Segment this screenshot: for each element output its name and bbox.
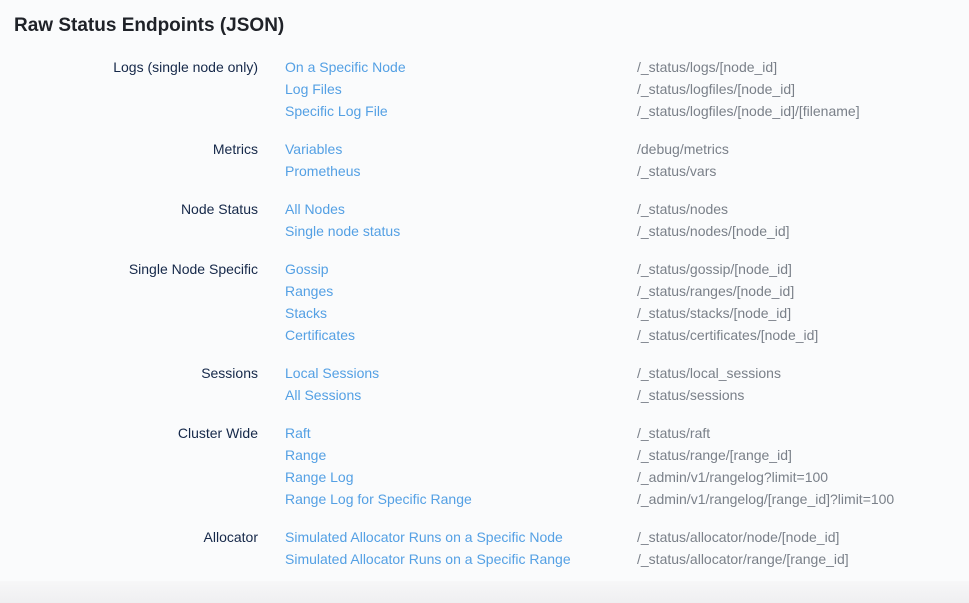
- endpoint-row: Single Node Specific Gossip /_status/gossi…: [14, 258, 955, 280]
- endpoint-path: /_status/stacks/[node_id]: [637, 302, 955, 324]
- endpoint-link-cell: Range Log: [285, 466, 637, 488]
- endpoint-path: /_status/gossip/[node_id]: [637, 258, 955, 280]
- endpoint-link-cell: Simulated Allocator Runs on a Specific R…: [285, 548, 637, 570]
- endpoint-link-cell: Gossip: [285, 258, 637, 280]
- endpoint-link[interactable]: Gossip: [285, 261, 329, 277]
- endpoint-link[interactable]: Specific Log File: [285, 103, 388, 119]
- endpoint-link[interactable]: Prometheus: [285, 163, 360, 179]
- endpoint-path: /_status/sessions: [637, 384, 955, 406]
- endpoint-link-cell: Log Files: [285, 78, 637, 100]
- endpoint-link-cell: Certificates: [285, 324, 637, 346]
- endpoint-link-cell: Raft: [285, 422, 637, 444]
- endpoint-path: /debug/metrics: [637, 138, 955, 160]
- endpoint-path: /_status/logfiles/[node_id]/[filename]: [637, 100, 955, 122]
- endpoint-row: Logs (single node only) On a Specific Nod…: [14, 56, 955, 78]
- endpoint-link[interactable]: Range: [285, 447, 326, 463]
- endpoint-category-label: Single Node Specific: [14, 258, 258, 280]
- endpoint-link[interactable]: Stacks: [285, 305, 327, 321]
- endpoint-row: Prometheus /_status/vars: [14, 160, 955, 182]
- endpoint-path: /_status/certificates/[node_id]: [637, 324, 955, 346]
- endpoint-row: Range /_status/range/[range_id]: [14, 444, 955, 466]
- endpoint-link[interactable]: Raft: [285, 425, 311, 441]
- endpoint-path: /_status/vars: [637, 160, 955, 182]
- endpoint-row: Single node status /_status/nodes/[node_i…: [14, 220, 955, 242]
- endpoint-category-label: Metrics: [14, 138, 258, 160]
- endpoint-row: Allocator Simulated Allocator Runs on a S…: [14, 526, 955, 548]
- endpoint-link[interactable]: Certificates: [285, 327, 355, 343]
- endpoint-row: Certificates /_status/certificates/[node_…: [14, 324, 955, 346]
- endpoint-groups: Logs (single node only) On a Specific Nod…: [14, 56, 955, 570]
- endpoint-category-label: Allocator: [14, 526, 258, 548]
- endpoint-group: Allocator Simulated Allocator Runs on a S…: [14, 526, 955, 570]
- endpoint-row: Range Log /_admin/v1/rangelog?limit=100: [14, 466, 955, 488]
- endpoint-link[interactable]: Ranges: [285, 283, 333, 299]
- endpoint-path: /_status/nodes: [637, 198, 955, 220]
- endpoint-group: Node StatusAll Nodes/_status/nodesSingle…: [14, 198, 955, 242]
- endpoint-link[interactable]: Range Log: [285, 469, 354, 485]
- endpoint-path: /_admin/v1/rangelog?limit=100: [637, 466, 955, 488]
- endpoint-link[interactable]: All Sessions: [285, 387, 361, 403]
- endpoint-path: /_status/local_sessions: [637, 362, 955, 384]
- endpoint-link-cell: Variables: [285, 138, 637, 160]
- endpoint-link-cell: All Sessions: [285, 384, 637, 406]
- endpoint-row: Ranges /_status/ranges/[node_id]: [14, 280, 955, 302]
- endpoint-link-cell: Ranges: [285, 280, 637, 302]
- endpoint-link[interactable]: Single node status: [285, 223, 400, 239]
- endpoint-path: /_status/logs/[node_id]: [637, 56, 955, 78]
- endpoint-row: Simulated Allocator Runs on a Specific R…: [14, 548, 955, 570]
- endpoint-link-cell: All Nodes: [285, 198, 637, 220]
- endpoint-link-cell: On a Specific Node: [285, 56, 637, 78]
- endpoint-group: Logs (single node only) On a Specific Nod…: [14, 56, 955, 122]
- endpoint-path: /_status/range/[range_id]: [637, 444, 955, 466]
- endpoint-row: Stacks /_status/stacks/[node_id]: [14, 302, 955, 324]
- endpoint-category-label: Sessions: [14, 362, 258, 384]
- endpoint-link[interactable]: Simulated Allocator Runs on a Specific N…: [285, 529, 563, 545]
- endpoint-link-cell: Local Sessions: [285, 362, 637, 384]
- endpoint-group: Single Node Specific Gossip /_status/gossi…: [14, 258, 955, 346]
- endpoint-link-cell: Single node status: [285, 220, 637, 242]
- endpoint-row: Log Files /_status/logfiles/[node_id]: [14, 78, 955, 100]
- endpoint-path: /_admin/v1/rangelog/[range_id]?limit=100: [637, 488, 955, 510]
- endpoint-link-cell: Prometheus: [285, 160, 637, 182]
- endpoint-row: Range Log for Specific Range /_admin/v1/r…: [14, 488, 955, 510]
- endpoint-link-cell: Specific Log File: [285, 100, 637, 122]
- endpoint-category-label: Cluster Wide: [14, 422, 258, 444]
- endpoint-row: Node Status All Nodes /_status/nodes: [14, 198, 955, 220]
- endpoint-path: /_status/allocator/range/[range_id]: [637, 548, 955, 570]
- endpoints-page: Raw Status Endpoints (JSON) Logs (single…: [0, 0, 969, 570]
- page-title: Raw Status Endpoints (JSON): [14, 13, 955, 39]
- endpoint-link[interactable]: Variables: [285, 141, 342, 157]
- endpoint-link[interactable]: On a Specific Node: [285, 59, 406, 75]
- endpoint-link[interactable]: Simulated Allocator Runs on a Specific R…: [285, 551, 571, 567]
- endpoint-path: /_status/logfiles/[node_id]: [637, 78, 955, 100]
- endpoint-link[interactable]: Range Log for Specific Range: [285, 491, 472, 507]
- endpoint-link-cell: Simulated Allocator Runs on a Specific N…: [285, 526, 637, 548]
- endpoint-row: Sessions Local Sessions /_status/local_ses…: [14, 362, 955, 384]
- endpoint-category-label: Node Status: [14, 198, 258, 220]
- endpoint-path: /_status/ranges/[node_id]: [637, 280, 955, 302]
- endpoint-group: MetricsVariables/debug/metricsPrometheus…: [14, 138, 955, 182]
- endpoint-row: Specific Log File /_status/logfiles/[node…: [14, 100, 955, 122]
- endpoint-link[interactable]: All Nodes: [285, 201, 345, 217]
- endpoint-link-cell: Range: [285, 444, 637, 466]
- endpoint-path: /_status/raft: [637, 422, 955, 444]
- endpoint-link-cell: Range Log for Specific Range: [285, 488, 637, 510]
- endpoint-category-label: Logs (single node only): [14, 56, 258, 78]
- endpoint-group: Cluster Wide Raft /_status/raft Range /_stat…: [14, 422, 955, 510]
- page-footer-strip: [0, 581, 969, 603]
- endpoint-link[interactable]: Log Files: [285, 81, 342, 97]
- endpoint-group: Sessions Local Sessions /_status/local_ses…: [14, 362, 955, 406]
- endpoint-link-cell: Stacks: [285, 302, 637, 324]
- endpoint-row: All Sessions /_status/sessions: [14, 384, 955, 406]
- endpoint-link[interactable]: Local Sessions: [285, 365, 379, 381]
- endpoint-path: /_status/allocator/node/[node_id]: [637, 526, 955, 548]
- endpoint-row: Metrics Variables/debug/metrics: [14, 138, 955, 160]
- endpoint-path: /_status/nodes/[node_id]: [637, 220, 955, 242]
- endpoint-row: Cluster Wide Raft /_status/raft: [14, 422, 955, 444]
